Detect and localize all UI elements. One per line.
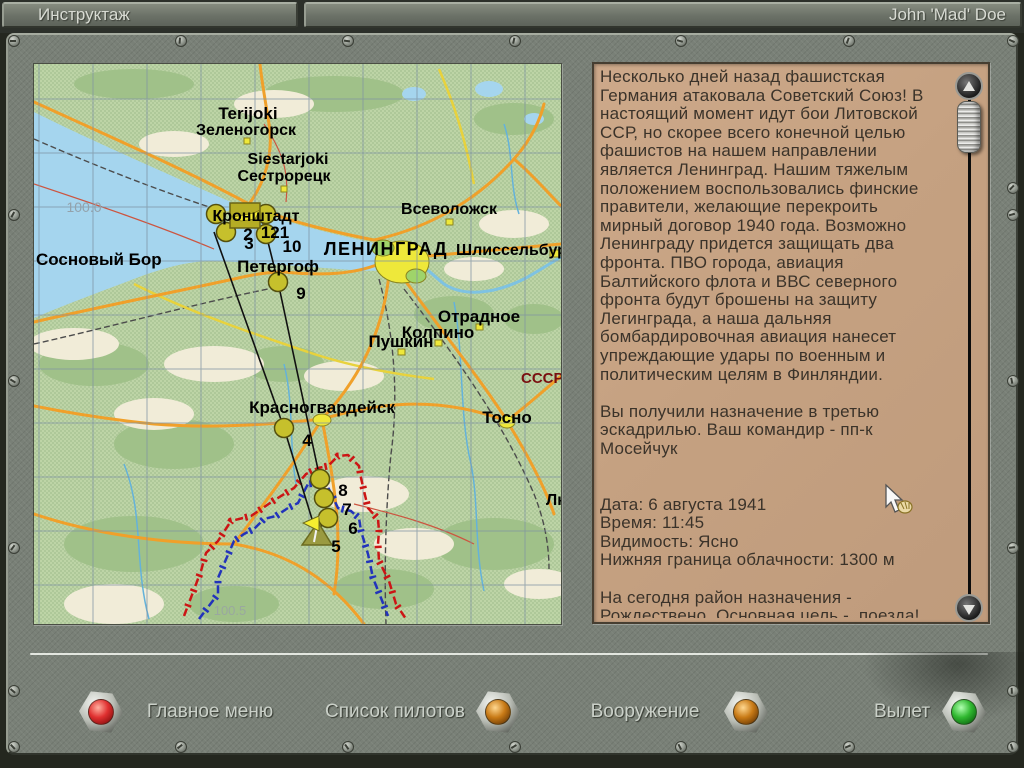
screw-icon: [8, 685, 20, 697]
screw-icon: [1007, 35, 1019, 47]
screw-icon: [675, 741, 687, 753]
tab-briefing-label: Инструктаж: [38, 5, 130, 24]
map-label: Siestarjoki: [248, 151, 329, 168]
briefing-text: Несколько дней назад фашистская Германия…: [600, 68, 942, 618]
map-label: СССР: [521, 370, 561, 387]
pilot-name-bar: John 'Mad' Doe: [304, 2, 1022, 28]
screw-icon: [342, 741, 354, 753]
screw-icon: [1007, 182, 1019, 194]
screw-icon: [8, 209, 20, 221]
green-indicator-icon: [951, 699, 977, 725]
down-arrow-icon: [963, 605, 975, 615]
screw-icon: [342, 35, 354, 47]
map-label: Шлиссельбург: [456, 242, 561, 259]
pilot-name: John 'Mad' Doe: [889, 5, 1006, 24]
screw-icon: [1007, 685, 1019, 697]
screw-icon: [175, 741, 187, 753]
screw-icon: [175, 35, 187, 47]
map-label: Terijoki: [218, 104, 277, 123]
waypoint-marker[interactable]: [319, 509, 338, 528]
tab-briefing[interactable]: Инструктаж: [2, 2, 298, 28]
button-light-amber[interactable]: [476, 690, 520, 734]
screw-icon: [509, 35, 521, 47]
red-indicator-icon: [88, 699, 114, 725]
map-label: Сосновый Бор: [36, 250, 162, 269]
screw-icon: [843, 35, 855, 47]
screw-icon: [8, 375, 20, 387]
map-label: 100.5: [214, 603, 247, 618]
waypoint-number: 8: [338, 481, 347, 500]
up-arrow-icon: [963, 81, 975, 91]
amber-indicator-icon: [485, 699, 511, 725]
divider-line: [30, 653, 988, 655]
map-label: Красногвардейск: [249, 398, 395, 417]
waypoint-number: 6: [348, 519, 357, 538]
screw-icon: [8, 542, 20, 554]
briefing-panel: Несколько дней назад фашистская Германия…: [592, 62, 990, 624]
footer-button[interactable]: Главное меню: [130, 700, 290, 724]
scrollbar-track[interactable]: [968, 86, 971, 606]
map-label: 100.0: [66, 199, 101, 215]
screw-icon: [843, 741, 855, 753]
waypoint-number: 3: [244, 234, 253, 253]
screw-icon: [8, 35, 20, 47]
screw-icon: [675, 35, 687, 47]
waypoint-number: 10: [283, 237, 302, 256]
map-label: Любань: [546, 492, 561, 509]
map-label: Тосно: [482, 408, 532, 427]
briefing-screen: Инструктаж John 'Mad' Doe: [0, 0, 1024, 768]
footer-button[interactable]: Вооружение: [570, 700, 720, 724]
scrollbar-thumb[interactable]: [957, 101, 981, 153]
screw-icon: [1007, 375, 1019, 387]
top-bar: Инструктаж John 'Mad' Doe: [0, 0, 1024, 33]
waypoint-marker[interactable]: [311, 470, 330, 489]
amber-indicator-icon: [733, 699, 759, 725]
map-label: Сестрорецк: [237, 168, 331, 185]
screw-icon: [509, 741, 521, 753]
screw-icon: [8, 741, 20, 753]
footer-button[interactable]: Список пилотов: [320, 700, 470, 724]
map-label: ЛЕНИНГРАД: [324, 239, 448, 259]
scroll-down-button[interactable]: [955, 594, 983, 622]
button-light-red[interactable]: [79, 690, 123, 734]
screw-icon: [1007, 542, 1019, 554]
waypoint-number: 7: [342, 500, 351, 519]
map-label: Всеволожск: [401, 201, 498, 218]
map-label: Пушкин: [368, 332, 433, 351]
button-light-amber[interactable]: [724, 690, 768, 734]
footer-button[interactable]: Вылет: [852, 700, 952, 724]
waypoint-marker[interactable]: [315, 489, 334, 508]
map-label: Петергоф: [237, 257, 319, 276]
scroll-up-button[interactable]: [955, 72, 983, 100]
waypoint-number: 9: [296, 284, 305, 303]
waypoint-number: 4: [302, 431, 312, 450]
waypoint-number: 5: [331, 537, 340, 556]
waypoint-marker[interactable]: [275, 419, 294, 438]
map-label: Зеленогорск: [196, 122, 297, 139]
briefing-map[interactable]: TerijokiЗеленогорск SiestarjokiСестрорецк…: [33, 63, 562, 625]
screw-icon: [1007, 741, 1019, 753]
screw-icon: [1007, 209, 1019, 221]
